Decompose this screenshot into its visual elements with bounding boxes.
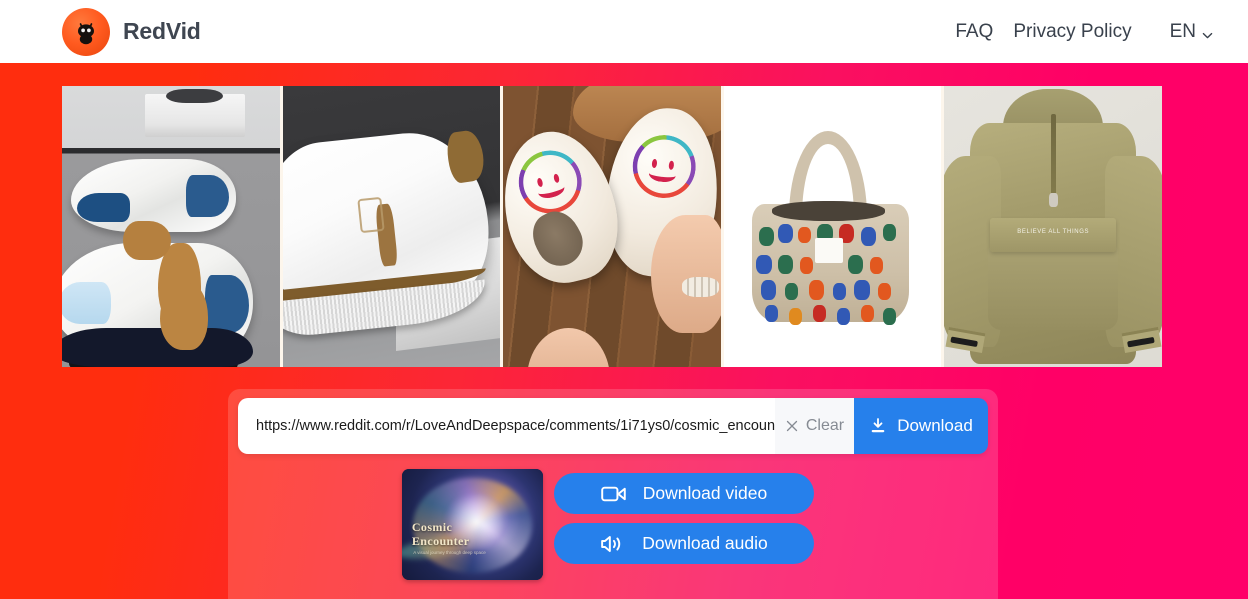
download-tray-icon — [869, 417, 887, 435]
gallery-image-white-leather-slip-on-shoe — [282, 86, 501, 367]
page-root: RedVid FAQ Privacy Policy EN BELIEVE ALL… — [0, 0, 1248, 599]
main-nav: FAQ Privacy Policy EN — [945, 17, 1224, 47]
thumbnail-title-line-2: Encounter — [411, 533, 470, 548]
download-video-button[interactable]: Download video — [554, 473, 814, 514]
site-header: RedVid FAQ Privacy Policy EN — [0, 0, 1248, 63]
gallery-image-fuzzy-rainbow-smiley-slippers — [503, 86, 721, 367]
gallery-image-khaki-anorak-jacket: BELIEVE ALL THINGS — [944, 86, 1162, 367]
language-label: EN — [1169, 20, 1196, 42]
close-x-icon — [785, 419, 799, 433]
product-gallery-strip: BELIEVE ALL THINGS — [62, 86, 1162, 367]
brand-name: RedVid — [123, 18, 201, 44]
clear-button-label: Clear — [805, 417, 845, 434]
thumbnail-caption: A visual journey through deep space — [413, 550, 486, 556]
reddit-mascot-icon — [62, 7, 110, 56]
chevron-down-icon — [1201, 26, 1214, 39]
url-input-row: https://www.reddit.com/r/LoveAndDeepspac… — [238, 398, 988, 454]
video-camera-icon — [600, 483, 627, 505]
nav-link-privacy-policy[interactable]: Privacy Policy — [1003, 17, 1141, 47]
thumbnail-title: Cosmic Encounter — [411, 520, 470, 548]
downloader-panel: https://www.reddit.com/r/LoveAndDeepspac… — [228, 389, 998, 599]
video-thumbnail[interactable]: Cosmic Encounter A visual journey throug… — [402, 469, 543, 580]
gallery-image-white-blue-tan-mule-sneakers — [62, 86, 280, 367]
url-input[interactable]: https://www.reddit.com/r/LoveAndDeepspac… — [238, 398, 775, 454]
gallery-image-beige-pompom-tote-bag — [723, 86, 942, 367]
download-video-label: Download video — [642, 483, 768, 503]
download-audio-button[interactable]: Download audio — [554, 523, 814, 564]
media-download-buttons: Download video Download audio — [554, 469, 814, 564]
download-results: Cosmic Encounter A visual journey throug… — [402, 469, 814, 580]
download-button-label: Download — [897, 416, 973, 435]
language-selector[interactable]: EN — [1160, 17, 1224, 47]
download-audio-label: Download audio — [642, 533, 768, 553]
clear-button[interactable]: Clear — [775, 398, 854, 454]
nav-link-faq[interactable]: FAQ — [945, 17, 1003, 47]
brand-logo-link[interactable]: RedVid — [62, 7, 201, 56]
hero-section: BELIEVE ALL THINGS https://www.reddit.co… — [0, 63, 1248, 599]
jacket-pocket-text: BELIEVE ALL THINGS — [1017, 228, 1090, 235]
speaker-volume-icon — [600, 533, 626, 555]
thumbnail-title-line-1: Cosmic — [411, 520, 453, 535]
download-button[interactable]: Download — [854, 398, 988, 454]
